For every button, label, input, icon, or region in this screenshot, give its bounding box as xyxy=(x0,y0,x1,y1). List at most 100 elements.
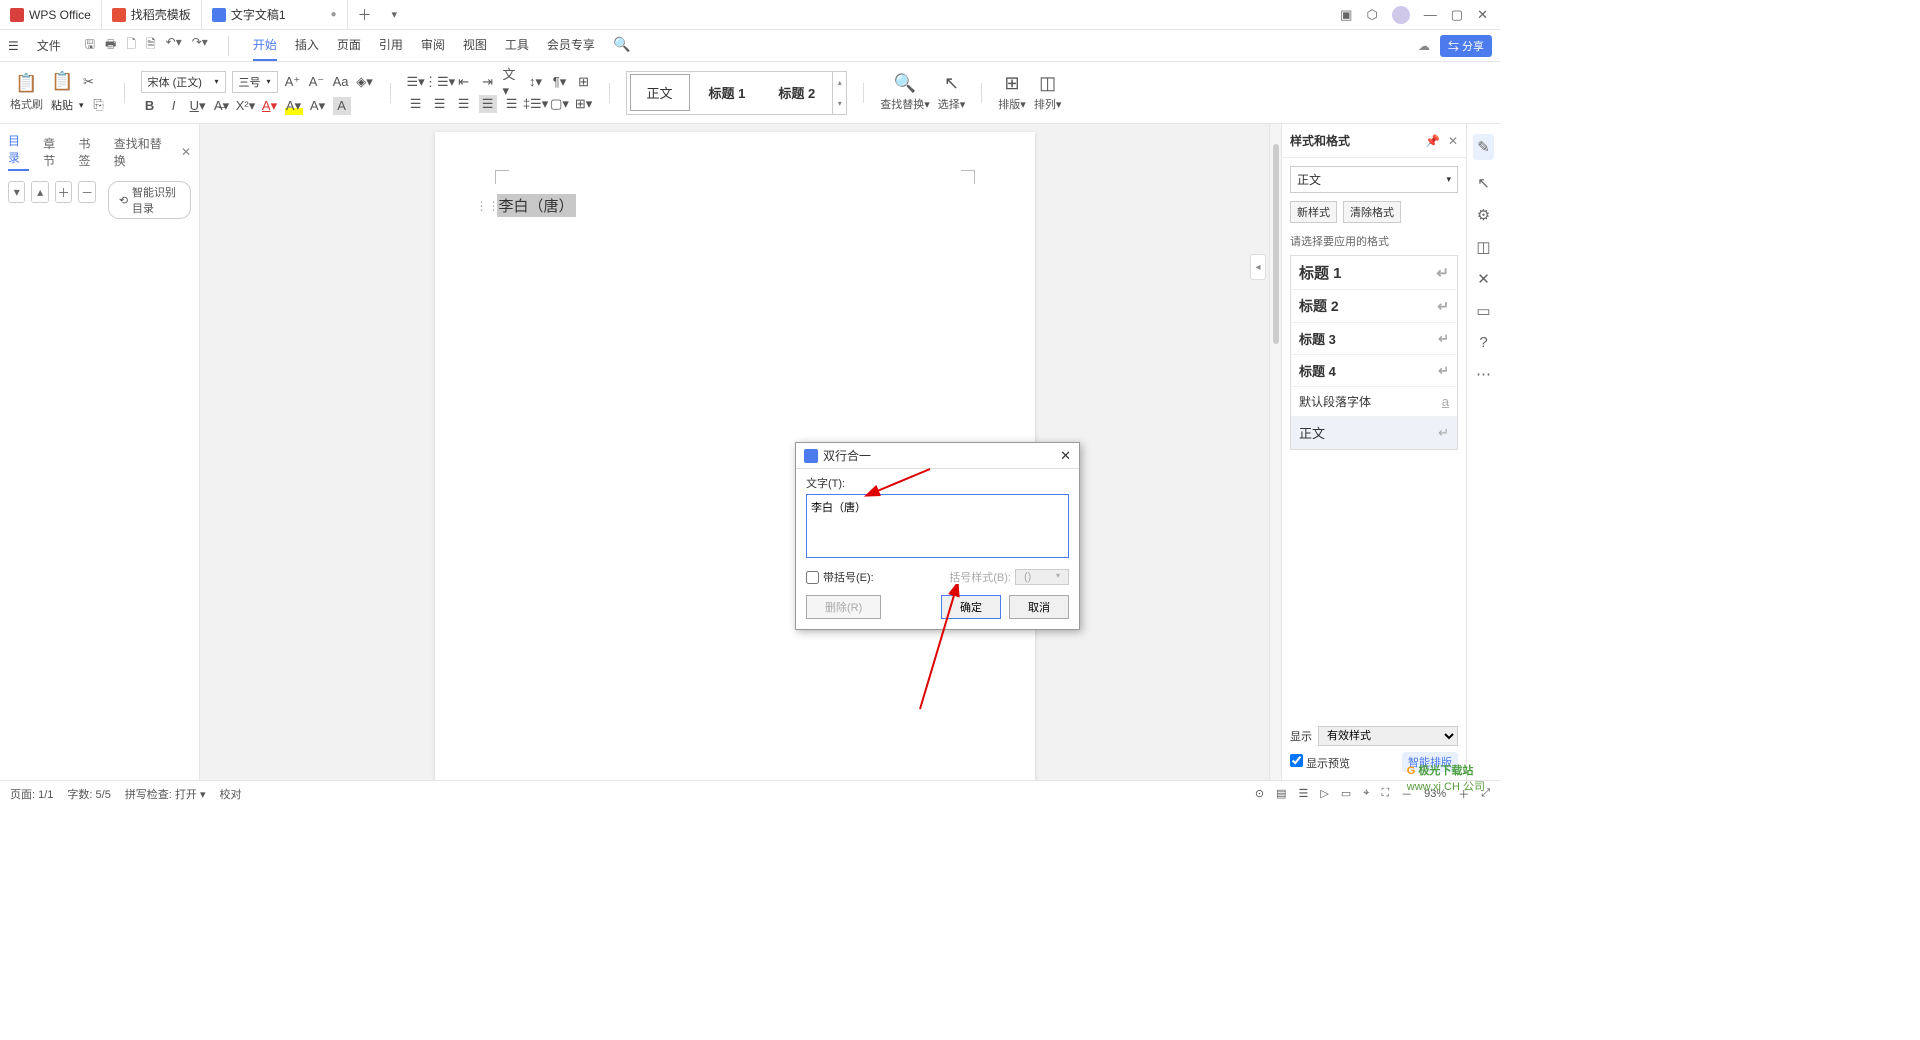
menu-icon[interactable]: ☰ xyxy=(8,39,19,53)
style-item-h2[interactable]: 标题 2↵ xyxy=(1291,290,1457,323)
bold-icon[interactable]: B xyxy=(141,97,159,115)
tab-member[interactable]: 会员专享 xyxy=(547,30,595,61)
superscript-icon[interactable]: X²▾ xyxy=(237,97,255,115)
show-select[interactable]: 有效样式 xyxy=(1318,726,1458,746)
nav-tab-chapter[interactable]: 章节 xyxy=(43,135,64,169)
style-item-h3[interactable]: 标题 3↵ xyxy=(1291,323,1457,355)
avatar-icon[interactable] xyxy=(1392,6,1410,24)
fit-icon[interactable]: ⛶ xyxy=(1381,787,1389,800)
change-case-icon[interactable]: Aa xyxy=(332,73,350,91)
sort-icon[interactable]: ↕▾ xyxy=(527,73,545,91)
bullets-icon[interactable]: ☰▾ xyxy=(407,73,425,91)
clear-format-icon[interactable]: ◈▾ xyxy=(356,73,374,91)
shrink-font-icon[interactable]: A⁻ xyxy=(308,73,326,91)
undo-icon[interactable]: ↶▾ xyxy=(166,35,182,56)
current-style-select[interactable]: 正文▾ xyxy=(1290,166,1458,193)
page-status[interactable]: 页面: 1/1 xyxy=(10,786,53,802)
tab-reference[interactable]: 引用 xyxy=(379,30,403,61)
text-direction-icon[interactable]: 文▾ xyxy=(503,73,521,91)
nav-tab-toc[interactable]: 目录 xyxy=(8,132,29,171)
print-icon[interactable]: 🖶 xyxy=(105,35,116,56)
highlight-icon[interactable]: A▾ xyxy=(285,97,303,115)
borders-icon[interactable]: ⊞▾ xyxy=(575,95,593,113)
proof-status[interactable]: 校对 xyxy=(220,786,242,802)
preview-icon[interactable]: 🗋 xyxy=(126,35,136,56)
pencil-icon[interactable]: ✎ xyxy=(1473,134,1494,160)
help-icon[interactable]: ? xyxy=(1479,334,1487,351)
style-item-body[interactable]: 正文↵ xyxy=(1291,417,1457,449)
nav-tab-bookmark[interactable]: 书签 xyxy=(79,135,100,169)
numbering-icon[interactable]: ⋮☰▾ xyxy=(431,73,449,91)
font-color-icon[interactable]: A▾ xyxy=(261,97,279,115)
paste-icon[interactable]: 📋 xyxy=(51,71,73,92)
redo-icon[interactable]: ↷▾ xyxy=(192,35,208,56)
cube-icon[interactable]: ⬡ xyxy=(1366,7,1377,23)
nav-tab-find[interactable]: 查找和替换 xyxy=(114,135,167,169)
paste-label[interactable]: 粘贴 xyxy=(51,97,73,113)
align-justify-icon[interactable]: ☰ xyxy=(479,95,497,113)
style-h2[interactable]: 标题 2 xyxy=(762,83,832,102)
align-left-icon[interactable]: ☰ xyxy=(407,95,425,113)
align-center-icon[interactable]: ☰ xyxy=(431,95,449,113)
panel-icon[interactable]: ▣ xyxy=(1340,7,1352,23)
underline-icon[interactable]: U▾ xyxy=(189,97,207,115)
shading-icon[interactable]: ▢▾ xyxy=(551,95,569,113)
tab-review[interactable]: 审阅 xyxy=(421,30,445,61)
dialog-close-icon[interactable]: ✕ xyxy=(1060,448,1071,464)
template-tab[interactable]: 找稻壳模板 xyxy=(102,0,202,30)
style-item-h1[interactable]: 标题 1↵ xyxy=(1291,256,1457,290)
document-tab[interactable]: 文字文稿1● xyxy=(202,0,348,30)
cloud-icon[interactable]: ☁ xyxy=(1418,39,1430,53)
preview-checkbox[interactable] xyxy=(1290,754,1303,767)
tools-icon[interactable]: ✕ xyxy=(1477,270,1490,288)
tab-insert[interactable]: 插入 xyxy=(295,30,319,61)
new-tab-button[interactable]: ＋ xyxy=(348,5,382,25)
select-button[interactable]: ↖选择▾ xyxy=(938,73,966,112)
view1-icon[interactable]: ▤ xyxy=(1276,787,1286,800)
nav-close-icon[interactable]: ✕ xyxy=(181,145,191,159)
style-item-default[interactable]: 默认段落字体a xyxy=(1291,387,1457,417)
tab-list-button[interactable]: ▾ xyxy=(382,8,408,21)
italic-icon[interactable]: I xyxy=(165,97,183,115)
export-icon[interactable]: 🗎 xyxy=(146,35,156,56)
word-count[interactable]: 字数: 5/5 xyxy=(67,786,110,802)
document-text[interactable]: 李白（唐） xyxy=(497,194,576,217)
distribute-icon[interactable]: ☰ xyxy=(503,95,521,113)
text-effect-icon[interactable]: A▾ xyxy=(309,97,327,115)
grow-font-icon[interactable]: A⁺ xyxy=(284,73,302,91)
minimize-button[interactable]: ― xyxy=(1424,7,1437,22)
view4-icon[interactable]: ▭ xyxy=(1341,787,1351,800)
copy-icon[interactable]: ⎘ xyxy=(90,96,108,114)
cancel-button[interactable]: 取消 xyxy=(1009,595,1069,619)
vertical-scrollbar[interactable] xyxy=(1269,124,1281,780)
view3-icon[interactable]: ▷ xyxy=(1320,787,1328,800)
cursor-icon[interactable]: ↖ xyxy=(1477,174,1490,192)
style-h1[interactable]: 标题 1 xyxy=(693,83,763,102)
cut-icon[interactable]: ✂ xyxy=(79,73,97,91)
collapse-panel-button[interactable]: ◂ xyxy=(1250,254,1266,280)
line-spacing-icon[interactable]: ‡☰▾ xyxy=(527,95,545,113)
increase-indent-icon[interactable]: ⇥ xyxy=(479,73,497,91)
focus-icon[interactable]: ⊙ xyxy=(1255,787,1264,800)
tab-home[interactable]: 开始 xyxy=(253,30,277,61)
nav-up-button[interactable]: ▴ xyxy=(31,181,48,203)
nav-dropdown-button[interactable]: ▾ xyxy=(8,181,25,203)
format-brush-button[interactable]: 📋格式刷 xyxy=(10,73,43,112)
search-icon[interactable]: 🔍 xyxy=(613,30,630,61)
show-marks-icon[interactable]: ¶▾ xyxy=(551,73,569,91)
clear-format-button[interactable]: 清除格式 xyxy=(1343,201,1401,223)
font-name-select[interactable]: 宋体 (正文)▾ xyxy=(141,71,226,93)
text-input[interactable]: 李白（唐） xyxy=(806,494,1069,558)
pin-icon[interactable]: 📌 xyxy=(1425,134,1440,148)
maximize-button[interactable]: ▢ xyxy=(1451,7,1463,23)
style-body[interactable]: 正文 xyxy=(630,74,690,111)
arrange-button[interactable]: ◫排列▾ xyxy=(1034,73,1062,112)
font-size-select[interactable]: 三号▾ xyxy=(232,71,278,93)
view5-icon[interactable]: ⌖ xyxy=(1363,787,1369,800)
tab-page[interactable]: 页面 xyxy=(337,30,361,61)
gallery-icon[interactable]: ◫ xyxy=(1476,238,1490,256)
nav-plus-button[interactable]: ＋ xyxy=(55,181,72,203)
settings-icon[interactable]: ⚙ xyxy=(1477,206,1490,224)
tab-view[interactable]: 视图 xyxy=(463,30,487,61)
spell-check-status[interactable]: 拼写检查: 打开 ▾ xyxy=(125,786,206,802)
